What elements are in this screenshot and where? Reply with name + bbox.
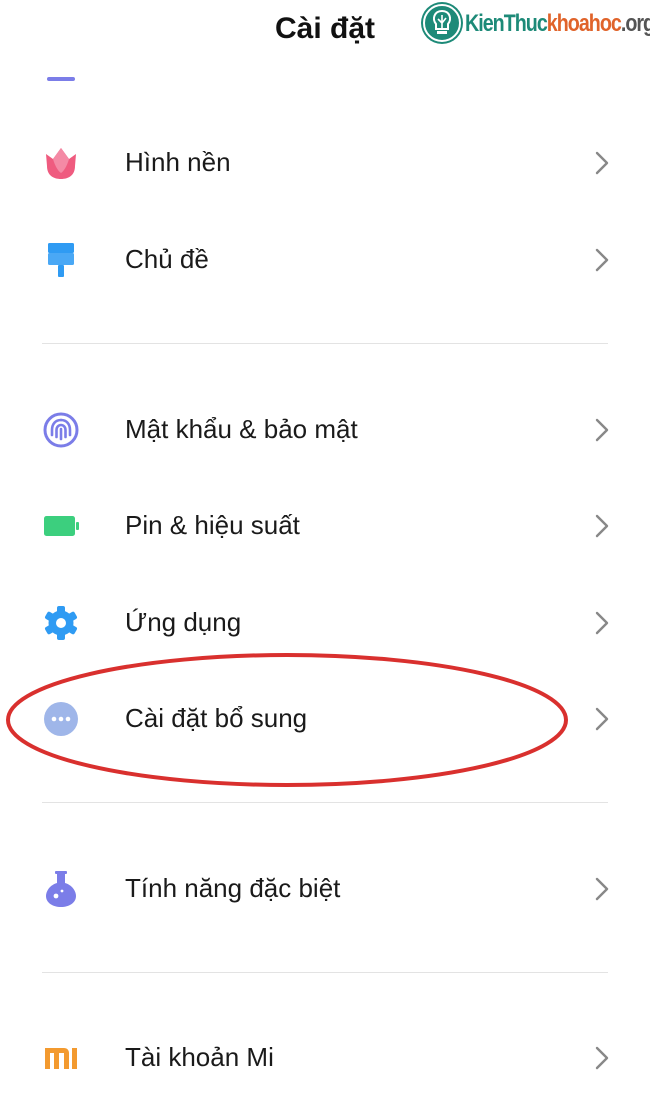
chevron-right-icon bbox=[592, 513, 612, 539]
settings-item-label: Hình nền bbox=[125, 147, 231, 177]
settings-item-special-features[interactable]: Tính năng đặc biệt bbox=[0, 840, 650, 936]
potion-flask-icon bbox=[42, 870, 80, 908]
fingerprint-icon bbox=[42, 411, 80, 449]
settings-item-mi-account[interactable]: Tài khoản Mi bbox=[0, 1009, 650, 1105]
watermark-logo-icon bbox=[421, 2, 463, 44]
watermark-text-part1: KienThuc bbox=[465, 10, 548, 37]
chevron-right-icon bbox=[592, 1045, 612, 1071]
battery-icon bbox=[42, 507, 80, 545]
settings-item-wallpaper[interactable]: Hình nền bbox=[0, 114, 650, 210]
paint-roller-icon bbox=[42, 241, 80, 279]
watermark: KienThuckhoahoc.org bbox=[421, 2, 650, 46]
chevron-right-icon bbox=[592, 417, 612, 443]
gear-icon bbox=[42, 604, 80, 642]
settings-item-label: Ứng dụng bbox=[125, 607, 242, 637]
section-divider bbox=[42, 972, 608, 973]
tulip-icon bbox=[42, 144, 80, 182]
settings-item-battery-performance[interactable]: Pin & hiệu suất bbox=[0, 477, 650, 573]
section-divider bbox=[42, 802, 608, 803]
settings-item-label: Tài khoản Mi bbox=[125, 1042, 274, 1072]
section-divider bbox=[42, 343, 608, 344]
settings-item-label: Mật khẩu & bảo mật bbox=[125, 414, 358, 444]
settings-item-label: Pin & hiệu suất bbox=[125, 510, 300, 540]
chevron-right-icon bbox=[592, 706, 612, 732]
chevron-right-icon bbox=[592, 876, 612, 902]
partial-item-icon bbox=[47, 77, 75, 81]
chevron-right-icon bbox=[592, 247, 612, 273]
highlight-ellipse bbox=[0, 648, 580, 794]
settings-item-label: Chủ đề bbox=[125, 244, 209, 274]
settings-item-theme[interactable]: Chủ đề bbox=[0, 211, 650, 307]
settings-item-password-security[interactable]: Mật khẩu & bảo mật bbox=[0, 381, 650, 477]
watermark-text: KienThuckhoahoc.org bbox=[465, 10, 650, 38]
settings-item-label: Tính năng đặc biệt bbox=[125, 873, 341, 903]
chevron-right-icon bbox=[592, 150, 612, 176]
watermark-text-part3: .org bbox=[620, 10, 650, 37]
watermark-text-part2: khoahoc bbox=[546, 10, 622, 37]
mi-logo-icon bbox=[42, 1039, 80, 1077]
chevron-right-icon bbox=[592, 610, 612, 636]
